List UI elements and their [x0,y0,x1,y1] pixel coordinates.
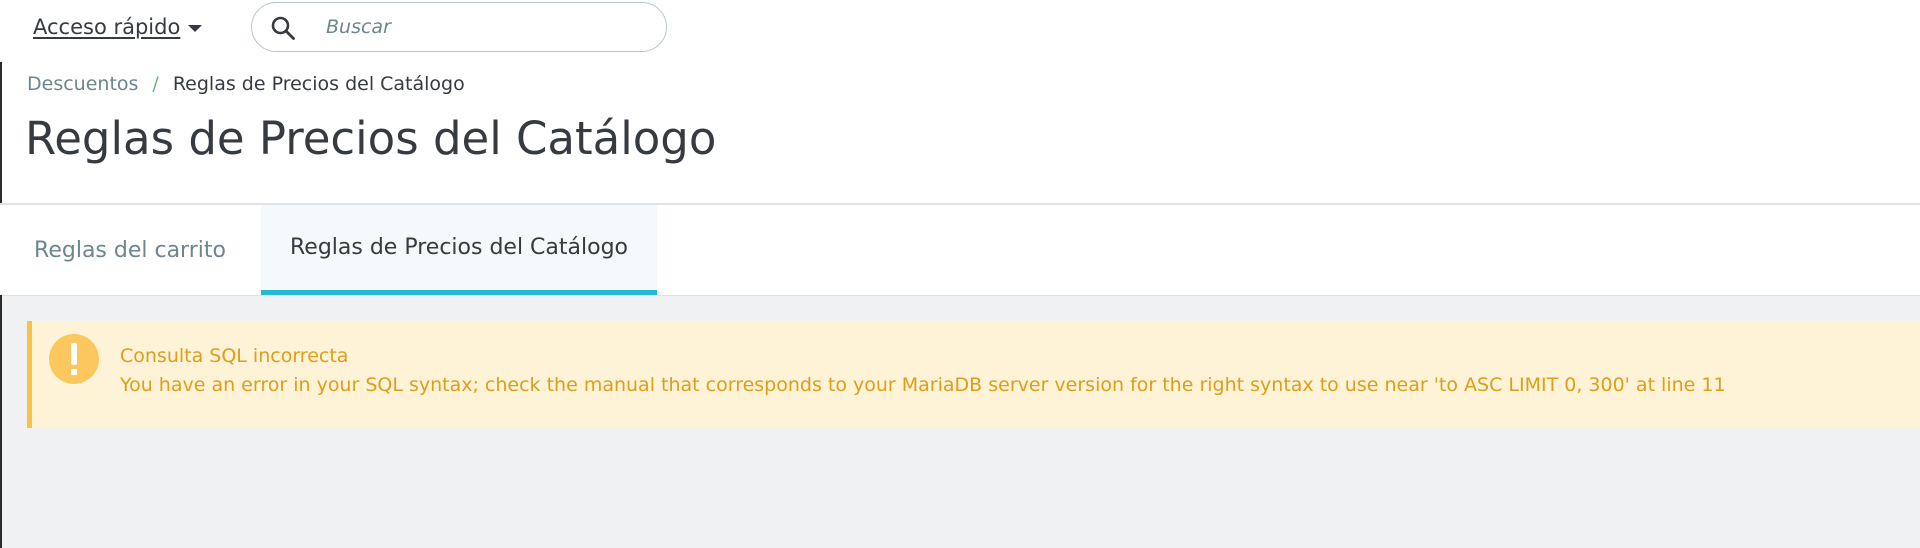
tab-catalog-price-rules[interactable]: Reglas de Precios del Catálogo [261,205,657,295]
warning-alert: Consulta SQL incorrecta You have an erro… [27,321,1920,428]
top-bar: Acceso rápido [0,0,1920,60]
search-icon[interactable] [270,15,296,41]
search-box [251,2,667,52]
exclamation-circle-icon [49,334,99,384]
page-title: Reglas de Precios del Catálogo [25,112,717,165]
page: Acceso rápido Descuentos / Reglas de Pre… [0,0,1920,548]
main-content: Consulta SQL incorrecta You have an erro… [2,295,1920,548]
tab-bar: Reglas del carrito Reglas de Precios del… [0,205,1920,295]
breadcrumb: Descuentos / Reglas de Precios del Catál… [27,73,465,95]
tab-cart-rules[interactable]: Reglas del carrito [10,205,250,295]
search-input[interactable] [326,12,646,42]
caret-down-icon [188,25,203,32]
breadcrumb-current: Reglas de Precios del Catálogo [172,73,465,95]
breadcrumb-link-discounts[interactable]: Descuentos [27,73,138,95]
quick-access-dropdown[interactable]: Acceso rápido [33,15,203,39]
alert-title: Consulta SQL incorrecta [120,345,349,367]
quick-access-label: Acceso rápido [33,15,181,39]
breadcrumb-separator: / [152,73,159,95]
alert-message: You have an error in your SQL syntax; ch… [120,374,1726,396]
